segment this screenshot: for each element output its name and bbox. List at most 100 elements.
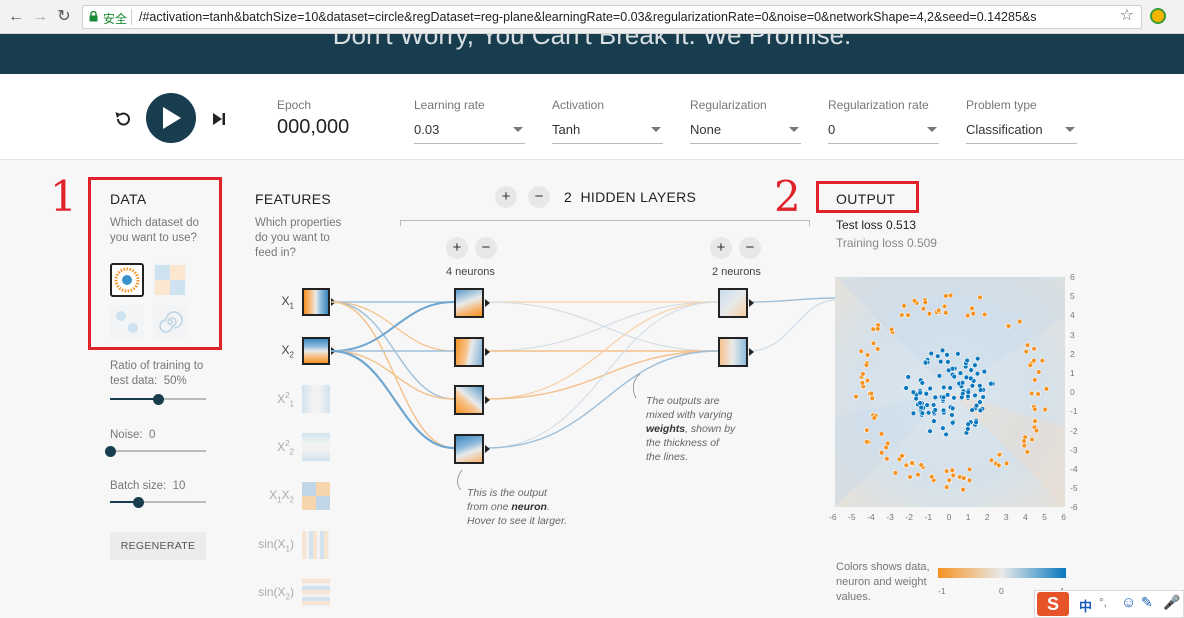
- test-loss: Test loss 0.513: [836, 218, 916, 232]
- step-icon[interactable]: [210, 110, 228, 128]
- extension-icon[interactable]: [1150, 8, 1166, 24]
- learning-rate-label: Learning rate: [414, 98, 485, 112]
- remove-layer-button[interactable]: −: [528, 186, 550, 208]
- data-point-blue: [940, 425, 946, 431]
- data-point-blue: [974, 355, 981, 362]
- emoji-icon[interactable]: ☺: [1121, 594, 1136, 611]
- noise-slider-handle[interactable]: [104, 446, 116, 457]
- dataset-xor[interactable]: [153, 263, 187, 297]
- x-tick: 6: [1061, 512, 1066, 522]
- batch-slider-handle[interactable]: [133, 497, 145, 508]
- neuron-l1-1-arrow: [485, 299, 490, 307]
- data-point-orange: [1032, 406, 1038, 412]
- data-point-orange: [1017, 318, 1023, 325]
- problem-type-select[interactable]: Classification: [966, 122, 1077, 144]
- data-point-blue: [923, 391, 929, 397]
- add-layer-button[interactable]: +: [495, 186, 517, 208]
- test-loss-value: 0.513: [886, 218, 917, 232]
- add-neuron-layer2-button[interactable]: +: [710, 237, 732, 259]
- punctuation-icon[interactable]: °,: [1099, 595, 1107, 609]
- output-heatmap-plot[interactable]: [835, 277, 1065, 507]
- epoch-value: 000,000: [277, 116, 350, 138]
- y-tick: 6: [1070, 272, 1075, 282]
- regularization-rate-select[interactable]: 0: [828, 122, 939, 144]
- circle-dataset-icon: [114, 267, 140, 293]
- dataset-spiral[interactable]: [153, 305, 187, 339]
- data-point-blue: [957, 370, 964, 376]
- ime-toolbar[interactable]: S 中 °, ☺ ✎ 🎤: [1034, 590, 1184, 618]
- activation-select[interactable]: Tanh: [552, 122, 663, 144]
- data-point-orange: [966, 466, 973, 473]
- feature-toggle[interactable]: [302, 433, 330, 461]
- hidden-layers-label: HIDDEN LAYERS: [580, 189, 697, 205]
- data-point-blue: [917, 400, 923, 406]
- remove-neuron-layer2-button[interactable]: −: [739, 237, 761, 259]
- dataset-gaussian[interactable]: [110, 305, 144, 339]
- feature-toggle[interactable]: [302, 337, 330, 365]
- problem-type-label: Problem type: [966, 98, 1037, 112]
- data-point-orange: [981, 311, 988, 318]
- forward-arrow-icon[interactable]: →: [30, 7, 50, 27]
- data-point-orange: [996, 451, 1003, 458]
- y-tick: 3: [1070, 329, 1075, 340]
- data-point-orange: [875, 346, 881, 352]
- test-loss-label: Test loss: [836, 218, 883, 232]
- feature-toggle[interactable]: [302, 579, 330, 607]
- layer1-neuron-count: 4 neurons: [446, 266, 495, 278]
- data-point-blue: [917, 390, 923, 396]
- data-point-orange: [911, 298, 918, 304]
- microphone-icon[interactable]: 🎤: [1163, 594, 1180, 611]
- data-point-orange: [903, 462, 909, 468]
- bookmark-star-icon[interactable]: ☆: [1120, 5, 1134, 25]
- feature-toggle[interactable]: [302, 288, 330, 316]
- data-point-orange: [859, 380, 866, 386]
- feature-toggle[interactable]: [302, 531, 330, 559]
- data-point-orange: [941, 303, 948, 310]
- data-point-orange: [863, 362, 870, 368]
- data-point-orange: [943, 468, 950, 474]
- data-point-orange: [875, 326, 881, 332]
- noise-slider-track[interactable]: [110, 450, 206, 452]
- feature-label: sin(X1): [258, 537, 294, 554]
- data-point-blue: [977, 383, 983, 389]
- chevron-down-icon: [651, 127, 661, 132]
- regenerate-button[interactable]: REGENERATE: [110, 532, 206, 560]
- data-point-blue: [944, 352, 950, 358]
- feature-toggle[interactable]: [302, 482, 330, 510]
- dataset-circle[interactable]: [110, 263, 144, 297]
- sogou-s-icon[interactable]: S: [1037, 592, 1069, 616]
- neuron-l2-2[interactable]: [718, 337, 748, 367]
- feature-toggle[interactable]: [302, 385, 330, 413]
- neuron-l1-4[interactable]: [454, 434, 484, 464]
- noise-label: Noise: 0: [110, 428, 155, 443]
- y-tick: 4: [1070, 310, 1075, 321]
- spiral-dataset-icon: [159, 311, 183, 333]
- header-tagline: Don't Worry, You Can't Break It. We Prom…: [332, 34, 852, 50]
- data-point-blue: [903, 385, 909, 391]
- url-text[interactable]: /#activation=tanh&batchSize=10&dataset=c…: [139, 10, 1139, 24]
- data-point-blue: [924, 402, 930, 408]
- training-loss-label: Training loss: [836, 236, 904, 250]
- play-button[interactable]: [146, 93, 196, 143]
- address-bar[interactable]: 安全 /#activation=tanh&batchSize=10&datase…: [82, 5, 1142, 29]
- play-icon: [163, 107, 181, 129]
- feature-label: X22: [277, 439, 294, 457]
- neuron-l2-1[interactable]: [718, 288, 748, 318]
- reset-icon[interactable]: [112, 108, 134, 130]
- data-point-blue: [939, 347, 946, 354]
- ime-mode-label[interactable]: 中: [1079, 596, 1092, 615]
- add-neuron-layer1-button[interactable]: +: [446, 237, 468, 259]
- y-tick: 2: [1070, 348, 1075, 359]
- regularization-select[interactable]: None: [690, 122, 801, 144]
- neuron-l1-3[interactable]: [454, 385, 484, 415]
- remove-neuron-layer1-button[interactable]: −: [475, 237, 497, 259]
- ratio-slider-handle[interactable]: [152, 394, 164, 405]
- reload-icon[interactable]: ↻: [54, 7, 74, 27]
- pen-icon[interactable]: ✎: [1141, 594, 1153, 611]
- back-arrow-icon[interactable]: ←: [6, 7, 26, 27]
- data-point-orange: [1043, 386, 1050, 392]
- neuron-l1-1[interactable]: [454, 288, 484, 318]
- neuron-l1-2[interactable]: [454, 337, 484, 367]
- neuron-l2-2-arrow: [749, 348, 754, 356]
- learning-rate-select[interactable]: 0.03: [414, 122, 525, 144]
